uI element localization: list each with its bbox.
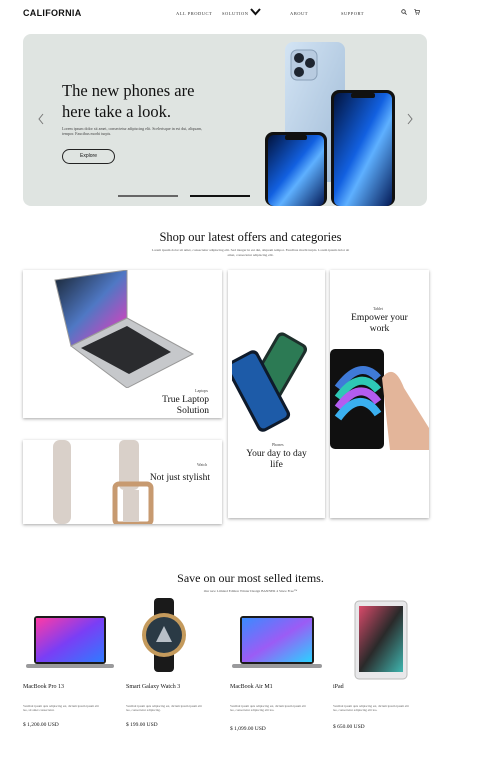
- product-desc: Vestibul ipsum quis adipiscing est, dict…: [230, 704, 306, 713]
- nav-about[interactable]: ABOUT: [290, 11, 308, 16]
- phones-title: Your day to day life: [246, 449, 307, 470]
- categories-title: Shop our latest offers and categories: [159, 230, 342, 244]
- navbar: CALIFORNIA ALL PRODUCT SOLUTION ABOUT SU…: [0, 0, 501, 26]
- chevron-down-icon: [250, 8, 261, 16]
- phones-tag: Phones: [272, 442, 284, 447]
- product-image-macbook-pro[interactable]: [24, 612, 116, 672]
- product-name[interactable]: MacBook Air M1: [230, 684, 273, 690]
- carousel-dot-2[interactable]: [190, 195, 250, 197]
- product-price: $ 199.00 USD: [126, 722, 158, 728]
- hero-phones-image: [265, 42, 395, 206]
- laptop-image: [54, 270, 195, 388]
- hero-banner: The new phones are here take a look. Lor…: [23, 34, 427, 206]
- product-desc: Vestibul ipsum quis adipiscing est, dict…: [23, 704, 99, 713]
- tablet-title: Empower your work: [351, 313, 408, 334]
- explore-button[interactable]: Explore: [62, 149, 115, 164]
- hero-title: The new phones are here take a look.: [62, 81, 195, 121]
- laptop-tag: Laptops: [195, 388, 208, 393]
- category-card-watch[interactable]: Watch Not just stylisht: [23, 440, 222, 524]
- product-name[interactable]: MacBook Pro 13: [23, 684, 64, 690]
- arrow-left-icon[interactable]: [37, 113, 45, 125]
- bestsellers-title: Save on our most selled items.: [177, 571, 324, 585]
- nav-solution[interactable]: SOLUTION: [222, 8, 261, 16]
- product-image-ipad[interactable]: [354, 600, 408, 680]
- product-name[interactable]: Smart Galaxy Watch 3: [126, 684, 180, 690]
- tablet-image: [330, 349, 429, 450]
- category-card-tablet[interactable]: Tablet Empower your work: [330, 270, 429, 518]
- category-card-laptop[interactable]: Laptops True Laptop Solution: [23, 270, 222, 418]
- nav-all-product[interactable]: ALL PRODUCT: [176, 11, 212, 16]
- phones-image: [232, 332, 308, 432]
- tablet-tag: Tablet: [373, 306, 383, 311]
- category-card-phones[interactable]: Phones Your day to day life: [228, 270, 325, 518]
- watch-tag: Watch: [197, 462, 208, 467]
- categories-subtitle: Lorem ipsum dolor sit amet, consectetur …: [151, 248, 350, 257]
- product-price: $ 650.00 USD: [333, 724, 365, 730]
- arrow-right-icon[interactable]: [406, 113, 414, 125]
- product-desc: Vestibul ipsum quis adipiscing est, dict…: [126, 704, 202, 713]
- watch-title: Not just stylisht: [149, 473, 210, 483]
- product-price: $ 1,099.00 USD: [230, 726, 266, 732]
- hero-subtitle: Lorem ipsum dolor sit amet, consectetur …: [62, 126, 203, 136]
- product-desc: Vestibul ipsum quis adipiscing est, dict…: [333, 704, 409, 713]
- product-price: $ 1,200.00 USD: [23, 722, 59, 728]
- laptop-title: True Laptop Solution: [162, 395, 209, 416]
- bestsellers-subtitle: Our new Limited Edition Winter Design BA…: [203, 589, 298, 593]
- product-image-galaxy-watch[interactable]: [134, 598, 194, 672]
- product-image-macbook-air[interactable]: [230, 612, 324, 672]
- carousel-dot-1[interactable]: [118, 195, 178, 197]
- product-name[interactable]: iPad: [333, 684, 344, 690]
- nav-solution-label: SOLUTION: [222, 11, 249, 16]
- cart-icon[interactable]: [414, 9, 420, 15]
- search-icon[interactable]: [401, 9, 407, 15]
- logo[interactable]: CALIFORNIA: [23, 8, 82, 18]
- nav-support[interactable]: SUPPORT: [341, 11, 364, 16]
